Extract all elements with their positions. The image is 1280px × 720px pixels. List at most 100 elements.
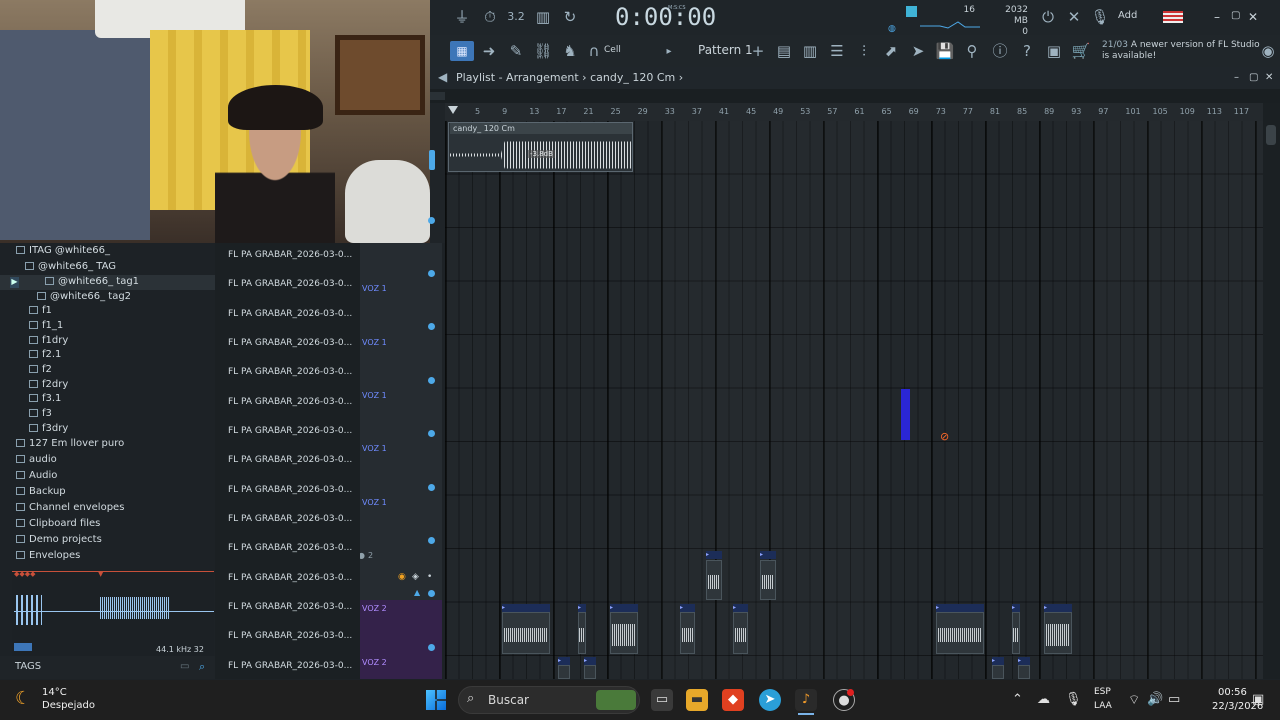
audio-clip-small[interactable] xyxy=(992,665,1004,679)
notification-icon[interactable]: ▣ xyxy=(1252,692,1264,707)
add-menu[interactable]: Add xyxy=(1118,10,1137,21)
track-led[interactable] xyxy=(428,270,435,277)
wait-input-icon[interactable]: ⏱ xyxy=(480,8,500,26)
track-led[interactable] xyxy=(428,644,435,651)
browser-item[interactable]: f2dry xyxy=(29,379,68,390)
file-item[interactable]: FL PA GRABAR_2026-03-0... xyxy=(228,661,352,671)
track-label[interactable]: VOZ 2 xyxy=(362,658,387,667)
clip-header[interactable]: ▸ xyxy=(584,657,596,665)
wifi-icon[interactable]: ⌔ xyxy=(1128,692,1140,708)
plugin-picker-icon[interactable]: ⬈ xyxy=(881,42,901,60)
microphone-icon[interactable]: 🎙 xyxy=(1090,8,1110,26)
search-highlight-icon[interactable] xyxy=(596,690,636,710)
clip-header[interactable]: ▸ xyxy=(733,604,748,612)
track-led[interactable] xyxy=(428,430,435,437)
browser-icon[interactable]: ⚲ xyxy=(962,42,982,60)
clip-header[interactable]: ▸ xyxy=(1012,604,1020,612)
browser-item[interactable]: Demo projects xyxy=(16,534,102,545)
browser-item[interactable]: f3dry xyxy=(29,423,68,434)
track-label[interactable]: 2 xyxy=(368,551,373,560)
file-item[interactable]: FL PA GRABAR_2026-03-0... xyxy=(228,455,352,465)
step-edit-icon[interactable]: ▥ xyxy=(533,8,553,26)
minimize-icon[interactable]: – xyxy=(1214,10,1220,24)
browser-item[interactable]: ITAG @white66_ xyxy=(16,245,110,256)
battery-icon[interactable]: ▭ xyxy=(1168,692,1180,707)
playlist-minimize-icon[interactable]: – xyxy=(1234,72,1239,83)
weather-moon-icon[interactable]: ☾ xyxy=(15,688,31,709)
add-pattern-icon[interactable]: + xyxy=(748,42,768,60)
file-item[interactable]: FL PA GRABAR_2026-03-0... xyxy=(228,514,352,524)
clip-header[interactable]: ▸ xyxy=(558,657,570,665)
clip-header[interactable]: ▸ xyxy=(502,604,550,612)
language-code[interactable]: ESP xyxy=(1094,687,1111,697)
clock-time[interactable]: 00:56 xyxy=(1218,687,1247,698)
file-item[interactable]: FL PA GRABAR_2026-03-0... xyxy=(228,631,352,641)
playlist-song-name[interactable]: candy_ 120 Cm xyxy=(590,71,675,84)
file-item[interactable]: FL PA GRABAR_2026-03-0... xyxy=(228,250,352,260)
piano-roll-icon[interactable]: ▥ xyxy=(800,42,820,60)
clip-header[interactable]: ▸ xyxy=(578,604,586,612)
playlist-maximize-icon[interactable]: ▢ xyxy=(1249,72,1258,83)
file-item[interactable]: FL PA GRABAR_2026-03-0... xyxy=(228,338,352,348)
file-item[interactable]: FL PA GRABAR_2026-03-0... xyxy=(228,309,352,319)
cloud-icon[interactable]: ☁ xyxy=(1037,692,1050,707)
browser-item[interactable]: @white66_ tag1 xyxy=(45,276,139,287)
cart-icon[interactable]: 🛒 xyxy=(1071,42,1091,60)
preview-position[interactable] xyxy=(14,643,32,651)
file-explorer-icon[interactable]: ▬ xyxy=(686,689,708,711)
browser-item[interactable]: f3 xyxy=(29,408,52,419)
help-icon[interactable]: ? xyxy=(1017,42,1037,60)
browser-item[interactable]: f3.1 xyxy=(29,393,61,404)
clip-header[interactable]: ▸ xyxy=(610,604,638,612)
browser-item[interactable]: Channel envelopes xyxy=(16,502,124,513)
track-label[interactable]: VOZ 1 xyxy=(362,338,387,347)
browser-item[interactable]: f1 xyxy=(29,305,52,316)
vertical-scroll-thumb[interactable] xyxy=(1266,125,1276,145)
clip-header[interactable]: ▸ xyxy=(992,657,1004,665)
file-item[interactable]: FL PA GRABAR_2026-03-0... xyxy=(228,573,352,583)
track-speaker-icon[interactable]: ◉ xyxy=(398,572,406,582)
vertical-scrollbar[interactable] xyxy=(1263,103,1280,679)
browser-item[interactable]: f1_1 xyxy=(29,320,63,331)
countdown-icon[interactable]: 3.2 xyxy=(506,8,526,26)
tags-label[interactable]: TAGS xyxy=(15,661,41,672)
render-icon[interactable]: ➤ xyxy=(908,42,928,60)
clip-header[interactable]: ▸ xyxy=(680,604,695,612)
track-led[interactable] xyxy=(428,484,435,491)
maximize-icon[interactable]: ▢ xyxy=(1231,10,1240,21)
chevron-right-icon[interactable]: ▸ xyxy=(659,43,679,61)
track-label[interactable]: VOZ 1 xyxy=(362,498,387,507)
browser-item[interactable]: Audio xyxy=(16,470,57,481)
playlist-view-button[interactable]: ▦ xyxy=(450,41,474,61)
browser-item[interactable]: f2.1 xyxy=(29,349,61,360)
browser-item[interactable]: f1dry xyxy=(29,335,68,346)
magnet-icon[interactable]: ∩ xyxy=(584,42,604,60)
folder-icon[interactable]: ▭ xyxy=(180,661,189,672)
window-icon[interactable]: ▣ xyxy=(1044,42,1064,60)
draw-tool-icon[interactable]: ✎ xyxy=(506,42,526,60)
volume-icon[interactable]: 🔊 xyxy=(1147,692,1163,707)
browser-item[interactable]: 127 Em llover puro xyxy=(16,438,124,449)
playlist-icon[interactable]: ▤ xyxy=(774,42,794,60)
track-mute-icon[interactable]: ◈ xyxy=(412,572,419,582)
track-led[interactable] xyxy=(428,377,435,384)
file-item[interactable]: FL PA GRABAR_2026-03-0... xyxy=(228,426,352,436)
weather-temp[interactable]: 14°C xyxy=(42,687,67,698)
browser-item[interactable]: @white66_ TAG xyxy=(25,261,116,272)
tools-icon[interactable]: ✕ xyxy=(1064,8,1084,26)
file-item[interactable]: FL PA GRABAR_2026-03-0... xyxy=(228,543,352,553)
playlist-close-icon[interactable]: ✕ xyxy=(1265,72,1273,83)
file-item[interactable]: FL PA GRABAR_2026-03-0... xyxy=(228,279,352,289)
track-led[interactable] xyxy=(428,537,435,544)
file-item[interactable]: FL PA GRABAR_2026-03-0... xyxy=(228,602,352,612)
mixer-icon[interactable]: ⫶ xyxy=(854,42,874,60)
microphone-icon[interactable]: 🎙 xyxy=(1065,692,1082,707)
file-item[interactable]: FL PA GRABAR_2026-03-0... xyxy=(228,367,352,377)
fl-studio-icon[interactable]: ♪ xyxy=(795,689,817,711)
clip-header[interactable]: ▸ xyxy=(936,604,984,612)
close-icon[interactable]: ✕ xyxy=(1248,10,1258,24)
loop-record-icon[interactable]: ↻ xyxy=(560,8,580,26)
scroll-handle[interactable] xyxy=(430,92,445,100)
track-label[interactable]: VOZ 2 xyxy=(362,604,387,613)
telegram-icon[interactable]: ➤ xyxy=(759,689,781,711)
